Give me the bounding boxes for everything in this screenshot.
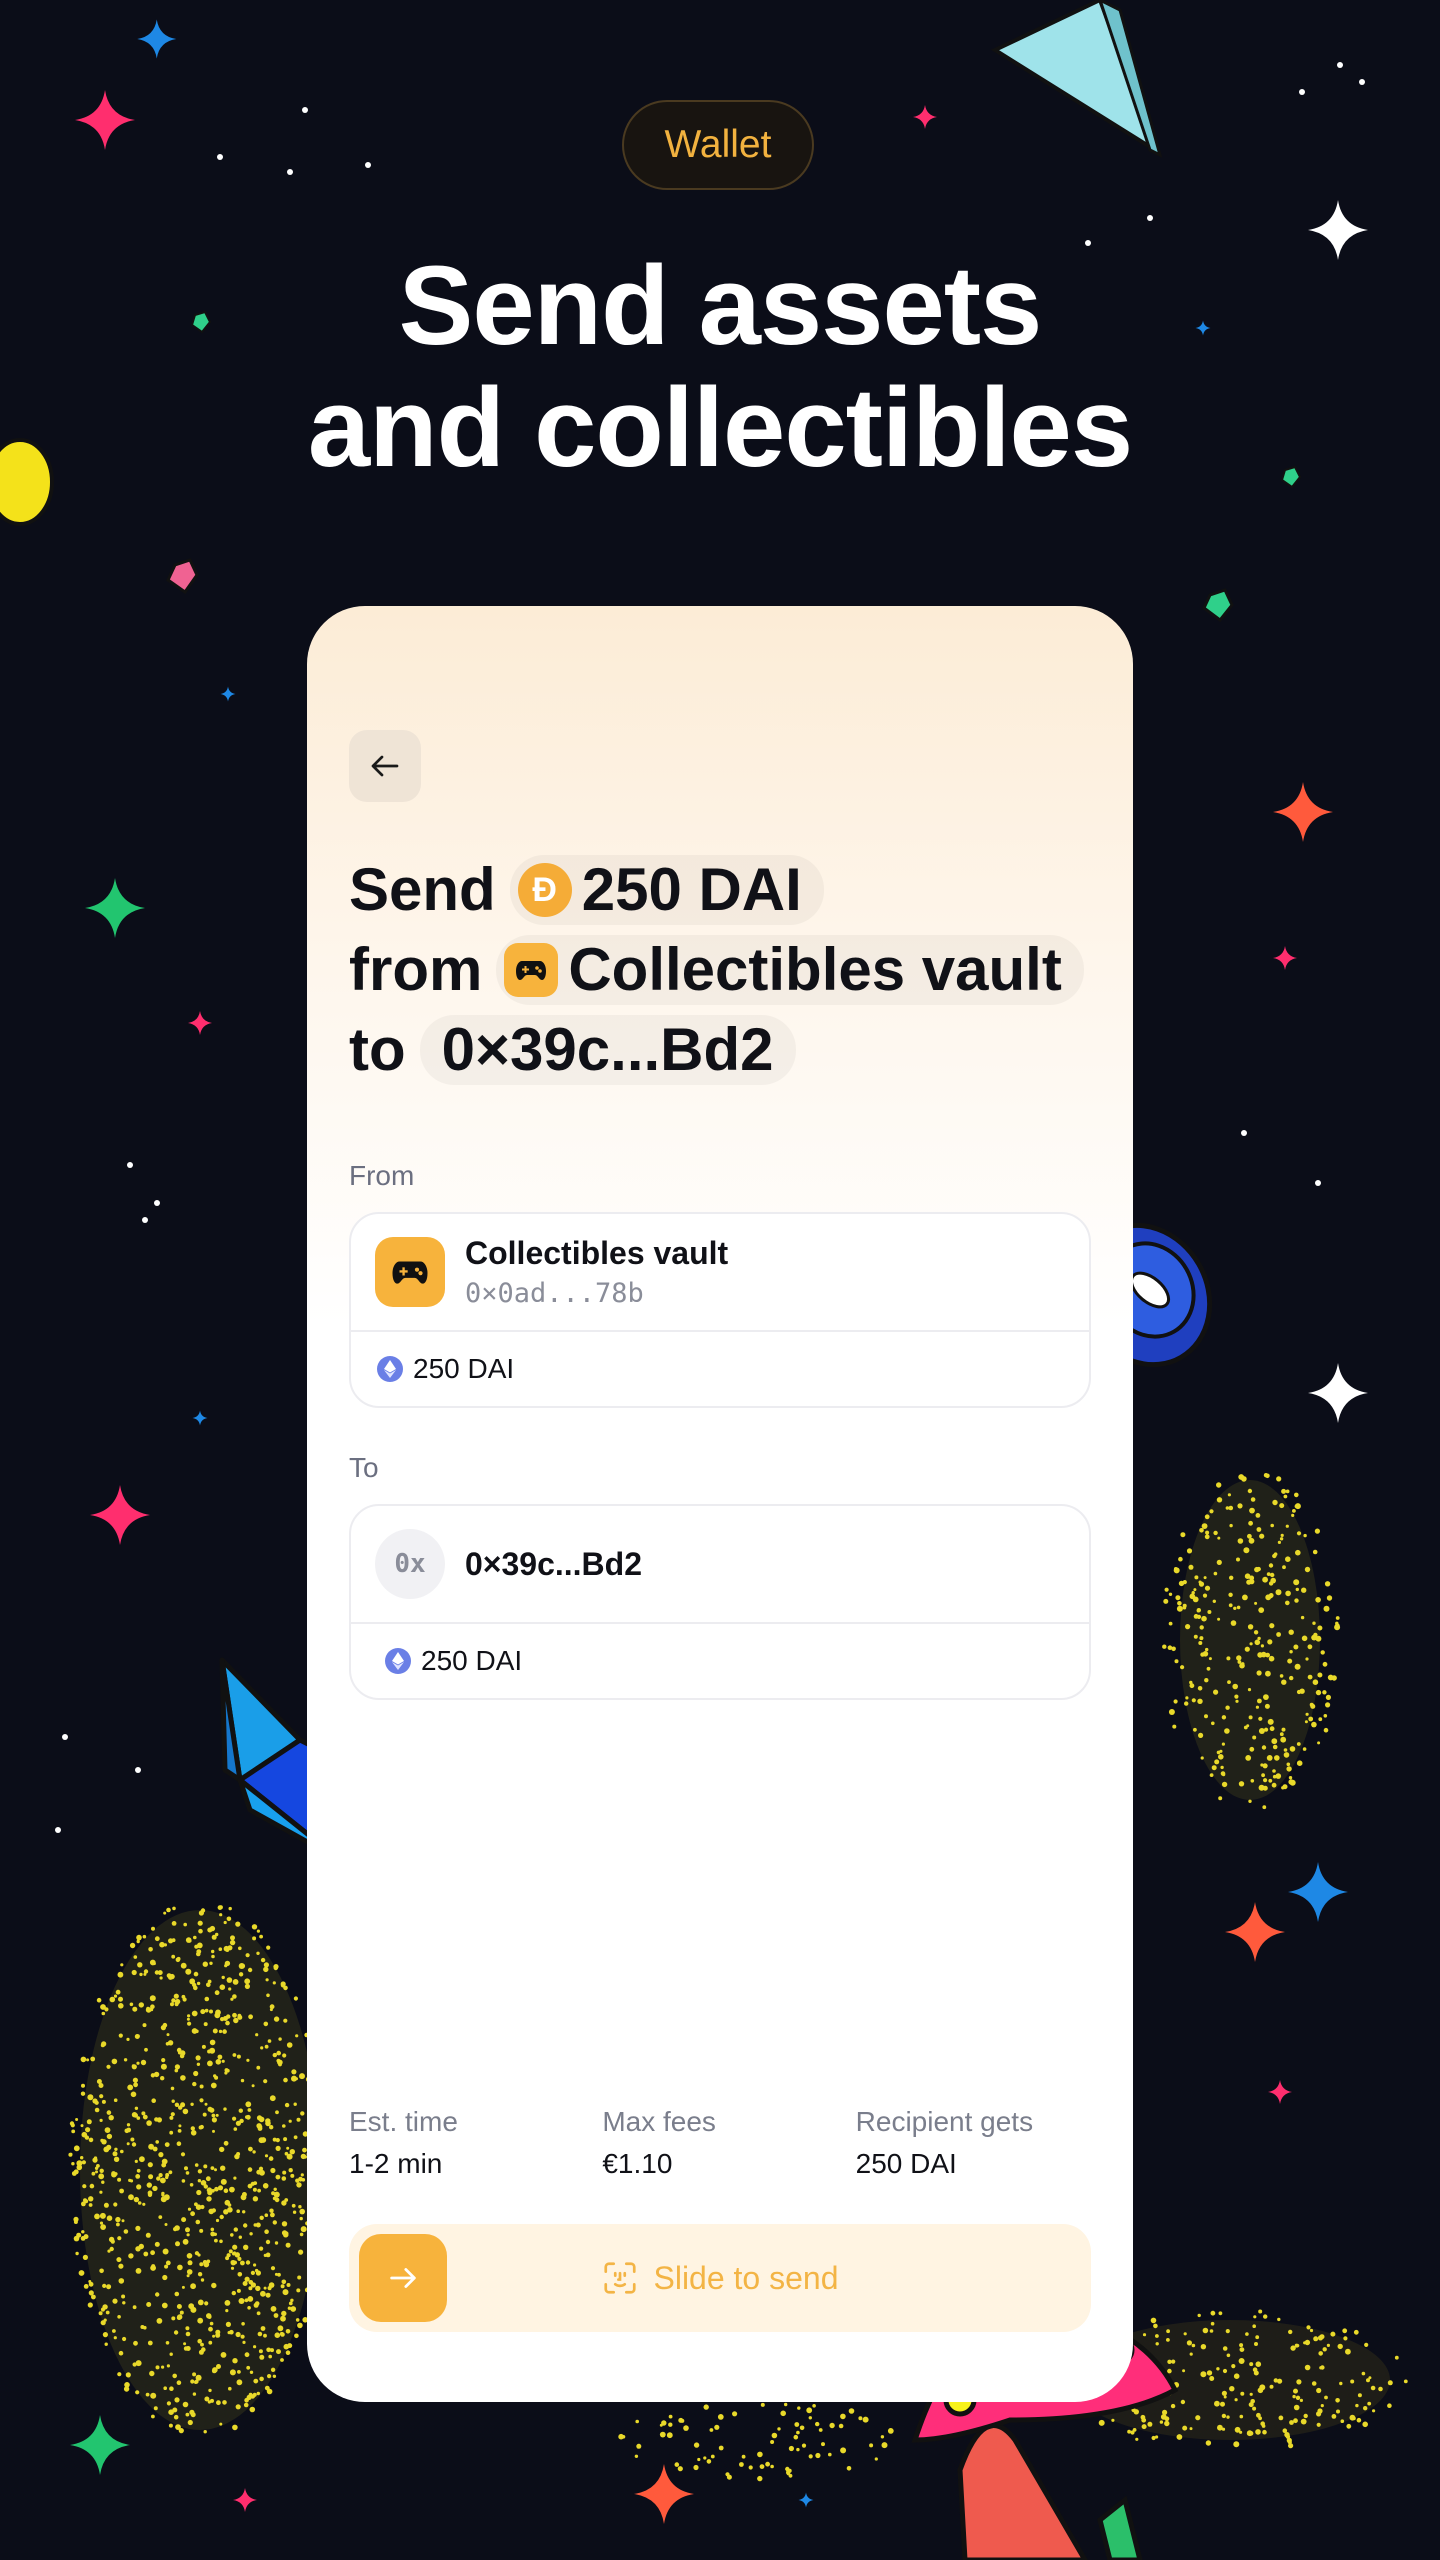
gamepad-icon [504, 943, 559, 997]
stat-label: Est. time [349, 2106, 458, 2137]
address-avatar: 0x [375, 1529, 445, 1599]
to-word: to [349, 1016, 406, 1083]
stat-est-time: Est. time 1-2 min [349, 2106, 602, 2180]
slide-to-send-label: Slide to send [653, 2259, 839, 2296]
stat-label: Recipient gets [855, 2106, 1034, 2137]
sparkle-icon [75, 90, 135, 150]
face-id-icon [604, 2262, 637, 2294]
stat-value: 1-2 min [349, 2148, 443, 2179]
amount-pill-label: 250 DAI [581, 856, 802, 923]
send-confirmation-card: Send Đ 250 DAI from Collectibles vault t… [307, 606, 1133, 2402]
stat-value: 250 DAI [855, 2148, 957, 2179]
sparkle-icon [1225, 1902, 1285, 1962]
stat-recipient-gets: Recipient gets 250 DAI [856, 2106, 1109, 2180]
transaction-details: Est. time 1-2 min Max fees €1.10 Recipie… [349, 2106, 1109, 2180]
to-address: 0×39c...Bd2 [465, 1545, 642, 1582]
from-amount-row: 250 DAI [351, 1332, 1089, 1406]
back-button[interactable] [349, 730, 421, 802]
from-account-address: 0×0ad...78b [465, 1278, 644, 1309]
from-word: from [349, 936, 483, 1003]
source-account-pill: Collectibles vault [496, 935, 1084, 1005]
stat-max-fees: Max fees €1.10 [602, 2106, 855, 2180]
sparkle-icon [1308, 1363, 1368, 1423]
ethereum-icon [377, 1356, 403, 1382]
dai-coin-icon: Đ [517, 863, 572, 917]
send-summary-title: Send Đ 250 DAI from Collectibles vault t… [349, 850, 1109, 1090]
recipient-pill-label: 0×39c...Bd2 [441, 1016, 774, 1083]
amount-pill: Đ 250 DAI [509, 855, 824, 925]
recipient-pill: 0×39c...Bd2 [419, 1015, 796, 1085]
sparkle-icon [137, 19, 177, 59]
sparkle-icon [90, 1485, 150, 1545]
arrow-left-icon [371, 755, 399, 777]
page-headline: Send assets and collectibles [0, 245, 1440, 489]
stat-value: €1.10 [602, 2148, 673, 2179]
sparkle-icon [1288, 1862, 1348, 1922]
wallet-badge: Wallet [622, 100, 814, 190]
to-section-label: To [349, 1452, 379, 1483]
from-account-row: Collectibles vault 0×0ad...78b [351, 1214, 1089, 1332]
from-section-label: From [349, 1160, 415, 1191]
to-amount-row: 250 DAI [351, 1624, 1089, 1698]
from-account-box[interactable]: Collectibles vault 0×0ad...78b 250 DAI [349, 1212, 1091, 1408]
gamepad-icon [375, 1237, 445, 1307]
to-account-row: 0x 0×39c...Bd2 [351, 1506, 1089, 1624]
from-amount: 250 DAI [413, 1353, 515, 1384]
headline-line-1: Send assets [398, 243, 1043, 368]
from-account-name: Collectibles vault [465, 1235, 729, 1271]
ethereum-icon [385, 1648, 411, 1674]
slider-knob[interactable] [359, 2234, 447, 2322]
sparkle-icon [1273, 782, 1333, 842]
screen: { "badge": "Wallet", "headline": { "line… [0, 0, 1440, 2560]
sparkle-icon [634, 2464, 694, 2524]
slide-to-send-label-group: Slide to send [349, 2224, 1091, 2332]
sparkle-icon [70, 2415, 130, 2475]
arrow-right-icon [390, 2268, 416, 2288]
stat-label: Max fees [602, 2106, 716, 2137]
to-amount: 250 DAI [421, 1645, 523, 1676]
send-word: Send [349, 856, 496, 923]
slide-to-send[interactable]: Slide to send [349, 2224, 1091, 2332]
headline-line-2: and collectibles [307, 365, 1133, 490]
source-account-label: Collectibles vault [568, 936, 1062, 1003]
sparkle-icon [85, 878, 145, 938]
wallet-badge-label: Wallet [664, 123, 772, 166]
to-account-box[interactable]: 0x 0×39c...Bd2 250 DAI [349, 1504, 1091, 1700]
